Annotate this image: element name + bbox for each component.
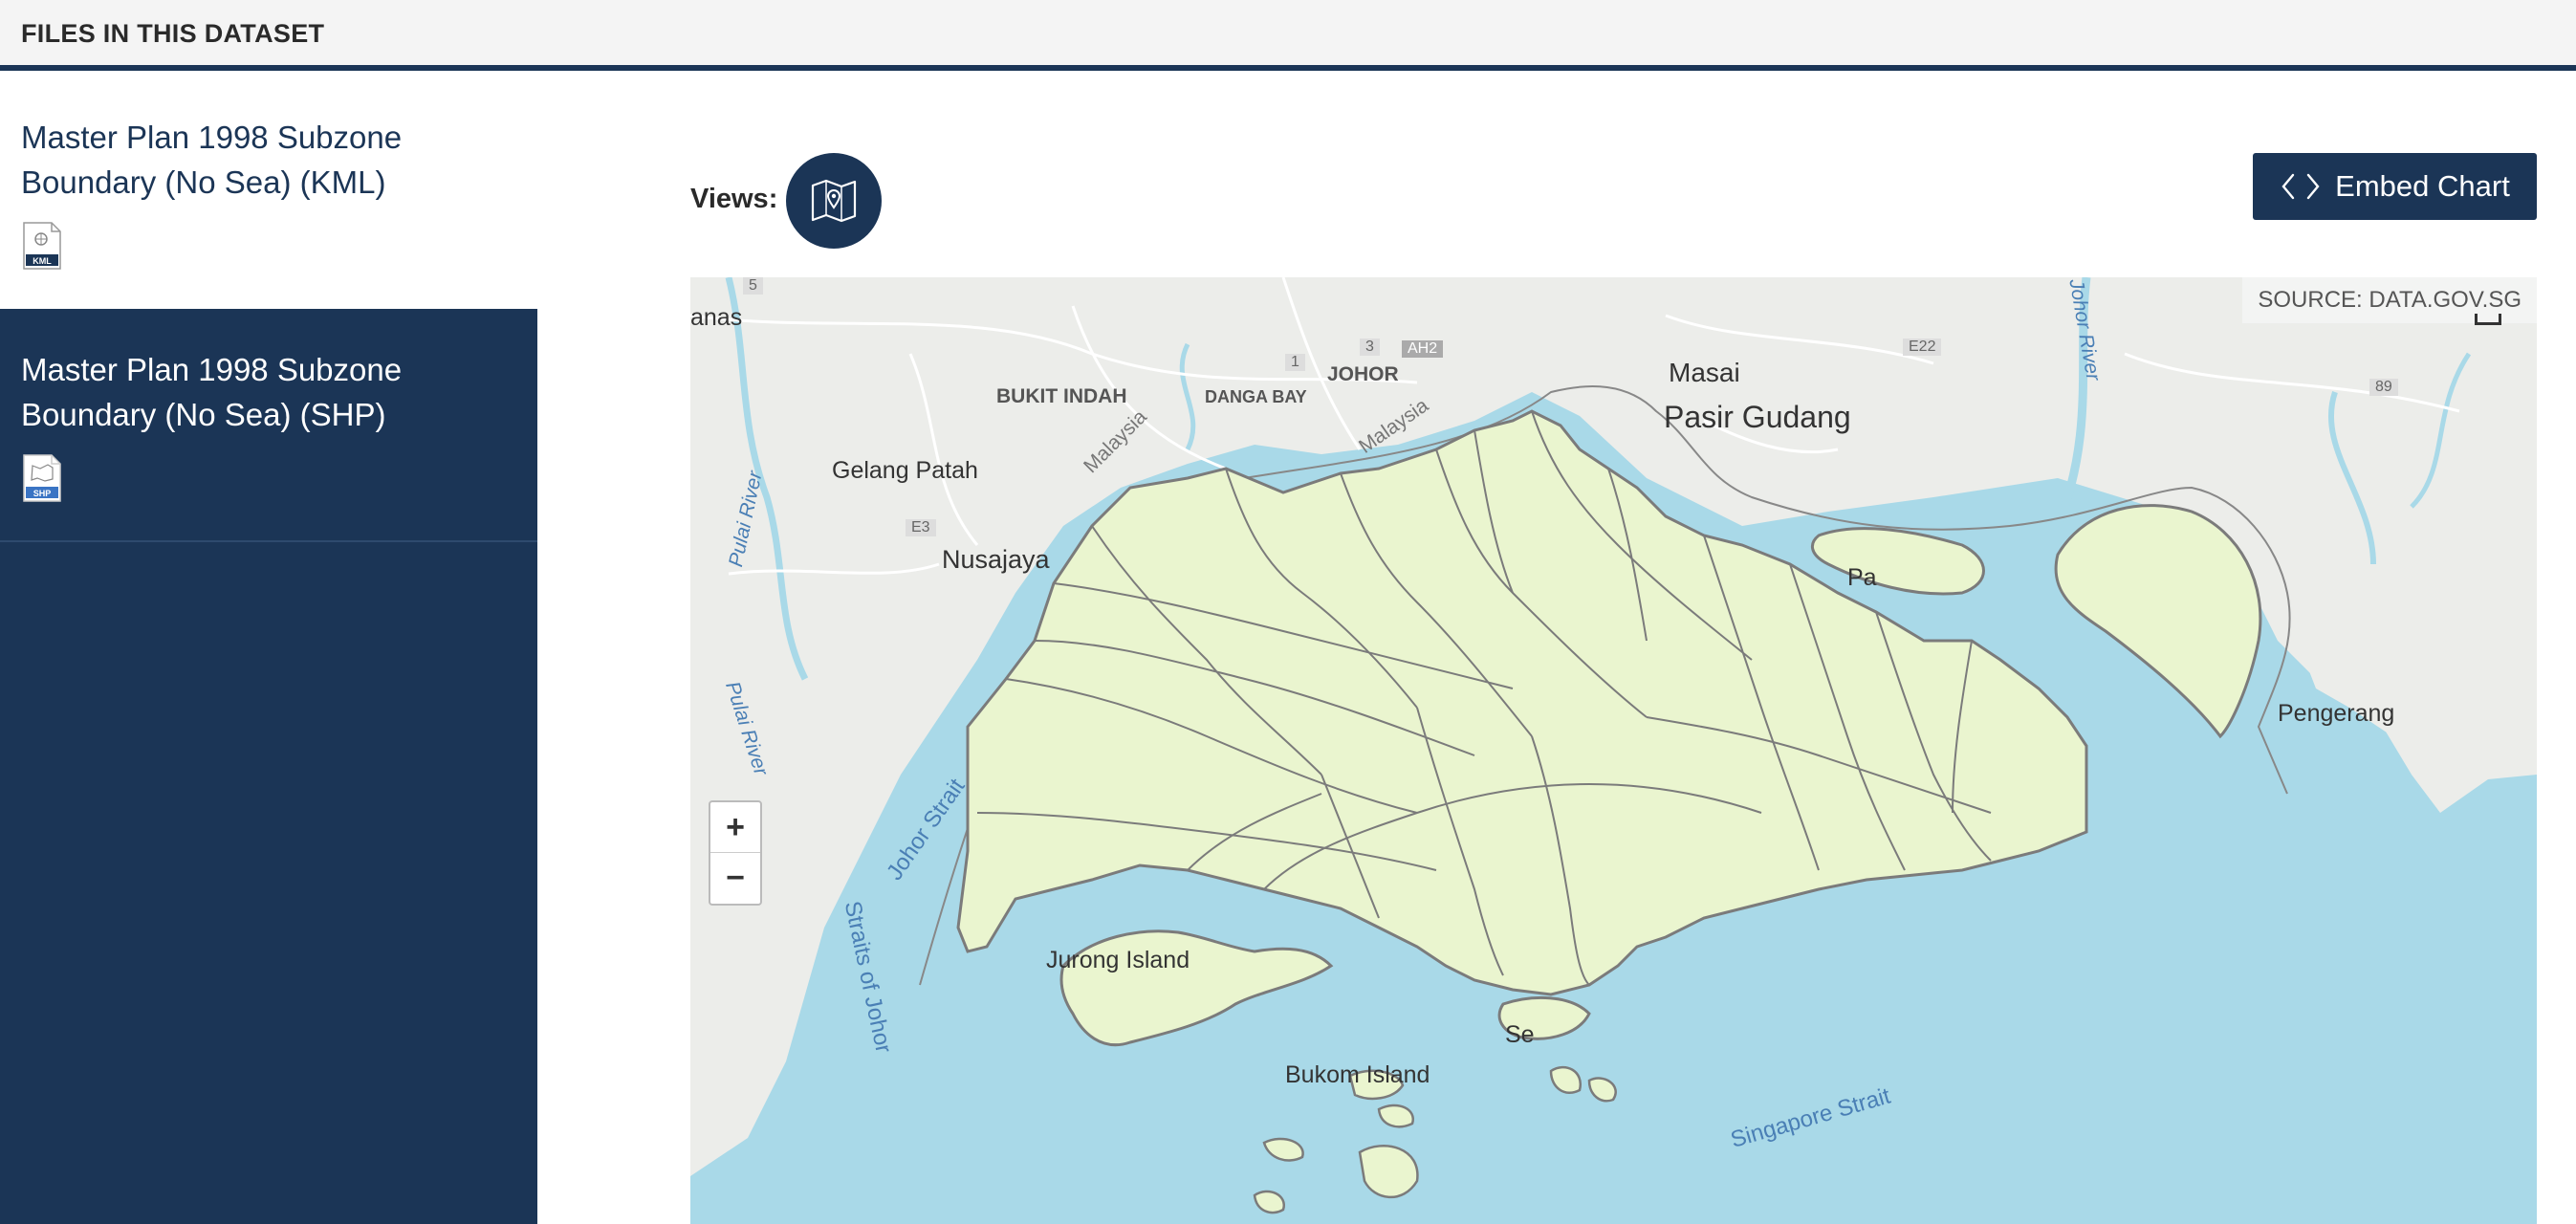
road-marker: E3 <box>906 519 936 536</box>
zoom-out-button[interactable]: − <box>710 853 760 904</box>
place-label: Pengerang <box>2278 700 2395 727</box>
road-marker: E22 <box>1903 339 1942 356</box>
place-label: DANGA BAY <box>1205 387 1307 406</box>
place-label: Masai <box>1669 358 1740 387</box>
shp-file-icon: SHP <box>23 454 61 502</box>
place-label: anas <box>690 304 743 331</box>
embed-chart-button[interactable]: Embed Chart <box>2253 153 2537 220</box>
zoom-in-button[interactable]: + <box>710 802 760 853</box>
road-marker: 1 <box>1285 354 1305 371</box>
road-marker: 5 <box>743 277 763 295</box>
place-label: BUKIT INDAH <box>996 385 1127 407</box>
map-icon <box>811 179 857 223</box>
file-item-shp[interactable]: Master Plan 1998 Subzone Boundary (No Se… <box>0 309 537 542</box>
file-title-shp: Master Plan 1998 Subzone Boundary (No Se… <box>21 352 403 432</box>
embed-chart-label: Embed Chart <box>2335 169 2510 203</box>
road-marker: 89 <box>2369 379 2398 396</box>
map-view-button[interactable] <box>786 153 882 249</box>
road-marker: AH2 <box>1402 340 1444 358</box>
shp-badge-text: SHP <box>33 489 52 498</box>
fullscreen-icon[interactable] <box>2475 314 2501 325</box>
files-header-title: FILES IN THIS DATASET <box>21 19 325 48</box>
kml-badge-text: KML <box>33 256 52 266</box>
place-label: Nusajaya <box>942 545 1050 574</box>
file-title-kml: Master Plan 1998 Subzone Boundary (No Se… <box>21 120 403 200</box>
place-label: Jurong Island <box>1046 947 1190 973</box>
zoom-control: + − <box>709 800 762 906</box>
map-canvas[interactable] <box>690 277 2537 1224</box>
file-item-kml[interactable]: Master Plan 1998 Subzone Boundary (No Se… <box>0 76 537 309</box>
kml-file-icon: KML <box>23 222 61 270</box>
place-label: Bukom Island <box>1285 1061 1430 1088</box>
place-label: Gelang Patah <box>832 457 978 484</box>
place-label: JOHOR <box>1327 363 1399 385</box>
place-label: Se <box>1505 1021 1535 1048</box>
place-label: Pa <box>1847 564 1877 591</box>
views-label: Views: <box>690 184 778 214</box>
road-marker: 3 <box>1360 339 1380 356</box>
files-header: FILES IN THIS DATASET <box>0 0 2576 71</box>
code-brackets-icon <box>2281 173 2320 200</box>
place-label: Pasir Gudang <box>1664 400 1851 434</box>
map-view[interactable]: SOURCE: DATA.GOV.SG + − anas BUKIT INDAH… <box>690 277 2537 1224</box>
